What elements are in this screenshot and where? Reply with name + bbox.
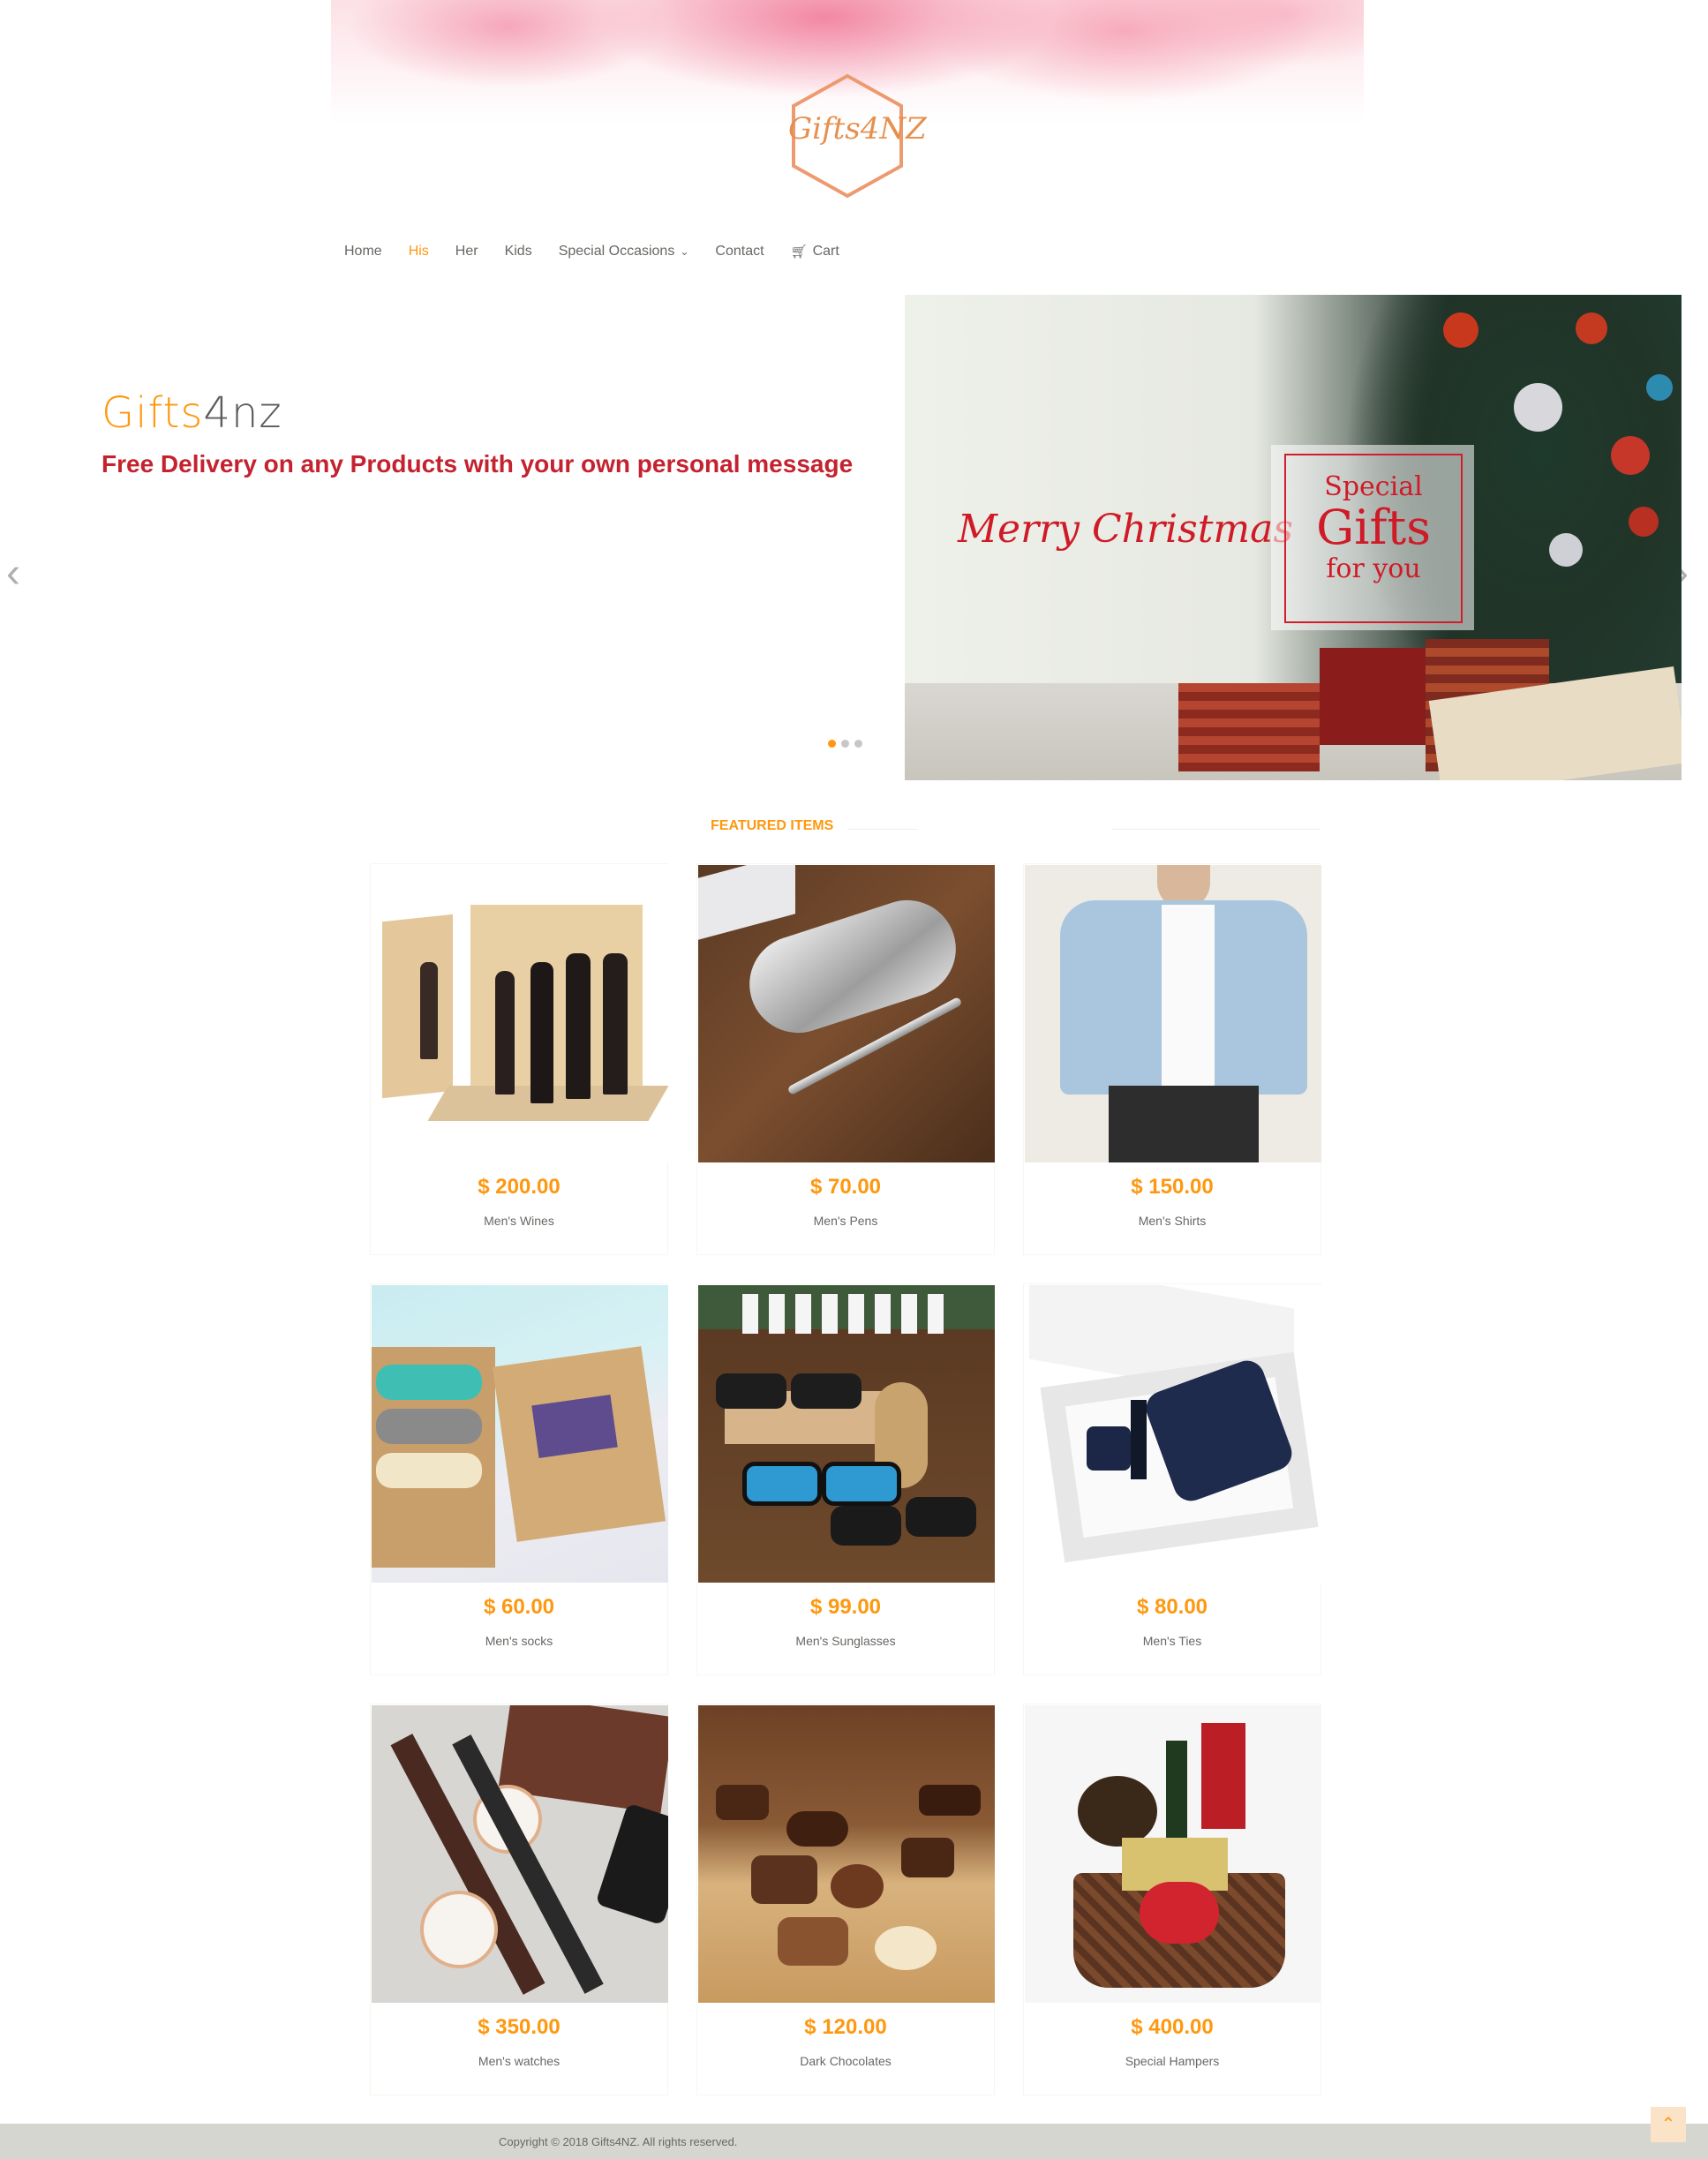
product-image-wines[interactable] (372, 865, 668, 1162)
nav-kids-label: Kids (504, 244, 532, 259)
product-image-sunglasses[interactable] (698, 1285, 995, 1583)
nav-home-label: Home (344, 244, 382, 259)
product-name[interactable]: Men's Shirts (1024, 1214, 1321, 1228)
slider-christmas-image: Merry Christmas Special Gifts for you (905, 295, 1682, 780)
cart-icon: 🛒︎ (790, 244, 808, 260)
hero-special-gifts-frame: Special Gifts for you (1284, 454, 1463, 623)
product-card[interactable]: $ 120.00 Dark Chocolates (696, 1704, 995, 2095)
title-divider (847, 829, 918, 830)
product-image-ties[interactable] (1025, 1285, 1321, 1583)
product-name[interactable]: Men's Wines (371, 1214, 667, 1228)
hero-merry-christmas: Merry Christmas (958, 507, 1293, 552)
product-price: $ 60.00 (483, 1595, 555, 1619)
product-name[interactable]: Men's Pens (697, 1214, 994, 1228)
hero-special-gifts-box: Special Gifts for you (1271, 445, 1474, 630)
chevron-down-icon: ⌄ (680, 245, 689, 258)
product-name[interactable]: Men's Ties (1024, 1634, 1321, 1648)
slider-dot-1[interactable] (828, 740, 836, 748)
product-price: $ 120.00 (804, 2015, 887, 2039)
nav-special-occasions-label: Special Occasions (558, 244, 675, 259)
site-logo[interactable]: Gifts4NZ (788, 72, 927, 199)
footer-copyright: Copyright © 2018 Gifts4NZ. All rights re… (499, 2135, 738, 2148)
product-name[interactable]: Special Hampers (1024, 2054, 1321, 2068)
slider-brand-part1: Gifts (102, 388, 204, 438)
slider-tagline: Free Delivery on any Products with your … (102, 450, 854, 478)
product-name[interactable]: Men's socks (371, 1634, 667, 1648)
title-divider (1112, 829, 1321, 830)
ornament-blue (1646, 374, 1673, 401)
product-image-watches[interactable] (372, 1705, 668, 2003)
ornament-silver (1514, 383, 1562, 432)
scroll-up-icon[interactable]: ⌃ (1651, 2107, 1686, 2142)
product-price: $ 70.00 (809, 1175, 882, 1199)
nav-her-label: Her (455, 244, 478, 259)
nav-cart-label: Cart (812, 244, 839, 259)
ornament-red (1576, 312, 1607, 344)
product-price: $ 150.00 (1131, 1175, 1214, 1199)
product-name[interactable]: Men's watches (371, 2054, 667, 2068)
slider-dot-2[interactable] (841, 740, 849, 748)
ornament-red (1611, 436, 1650, 475)
slider-dot-3[interactable] (854, 740, 862, 748)
nav-kids[interactable]: Kids (505, 244, 532, 260)
product-card[interactable]: $ 80.00 Men's Ties (1023, 1283, 1321, 1675)
gift-box (1178, 683, 1320, 771)
product-name[interactable]: Men's Sunglasses (697, 1634, 994, 1648)
ornament-red (1629, 507, 1659, 537)
product-image-shirts[interactable] (1025, 865, 1321, 1162)
product-image-hampers[interactable] (1025, 1705, 1321, 2003)
product-image-chocolates[interactable] (698, 1705, 995, 2003)
footer-bar: Copyright © 2018 Gifts4NZ. All rights re… (0, 2124, 1708, 2159)
product-card[interactable]: $ 60.00 Men's socks (370, 1283, 668, 1675)
product-price: $ 400.00 (1131, 2015, 1214, 2039)
product-card[interactable]: $ 70.00 Men's Pens (696, 863, 995, 1255)
slider-brand: Gifts4nz (102, 388, 282, 438)
product-price: $ 99.00 (809, 1595, 882, 1619)
nav-her[interactable]: Her (455, 244, 478, 260)
ornament-red (1443, 312, 1479, 348)
hero-gifts-text: Gifts (1316, 500, 1431, 555)
product-image-pens[interactable] (698, 865, 995, 1162)
product-image-socks[interactable] (372, 1285, 668, 1583)
slider-indicators (828, 740, 862, 748)
product-card[interactable]: $ 150.00 Men's Shirts (1023, 863, 1321, 1255)
hero-for-you-text: for you (1326, 553, 1421, 584)
product-price: $ 350.00 (478, 2015, 561, 2039)
product-card[interactable]: $ 350.00 Men's watches (370, 1704, 668, 2095)
slider-brand-part2: 4nz (203, 388, 282, 438)
nav-his[interactable]: His (409, 244, 429, 260)
ornament-silver (1549, 533, 1583, 567)
hero-special-text: Special (1324, 471, 1423, 502)
product-price: $ 200.00 (478, 1175, 561, 1199)
nav-contact-label: Contact (715, 244, 764, 259)
product-card[interactable]: $ 400.00 Special Hampers (1023, 1704, 1321, 2095)
product-card[interactable]: $ 99.00 Men's Sunglasses (696, 1283, 995, 1675)
featured-items-title: FEATURED ITEMS (711, 818, 834, 833)
product-card[interactable]: $ 200.00 Men's Wines (370, 863, 668, 1255)
nav-contact[interactable]: Contact (715, 244, 764, 260)
nav-special-occasions[interactable]: Special Occasions ⌄ (559, 244, 689, 260)
nav-his-label: His (408, 244, 429, 259)
nav-home[interactable]: Home (344, 244, 382, 260)
product-name[interactable]: Dark Chocolates (697, 2054, 994, 2068)
product-price: $ 80.00 (1136, 1595, 1208, 1619)
main-nav: Home His Her Kids Special Occasions ⌄ Con… (344, 238, 839, 265)
slider-prev-icon[interactable]: ‹ (0, 552, 26, 596)
nav-cart[interactable]: 🛒︎ Cart (791, 244, 839, 260)
logo-text: Gifts4NZ (788, 111, 927, 147)
